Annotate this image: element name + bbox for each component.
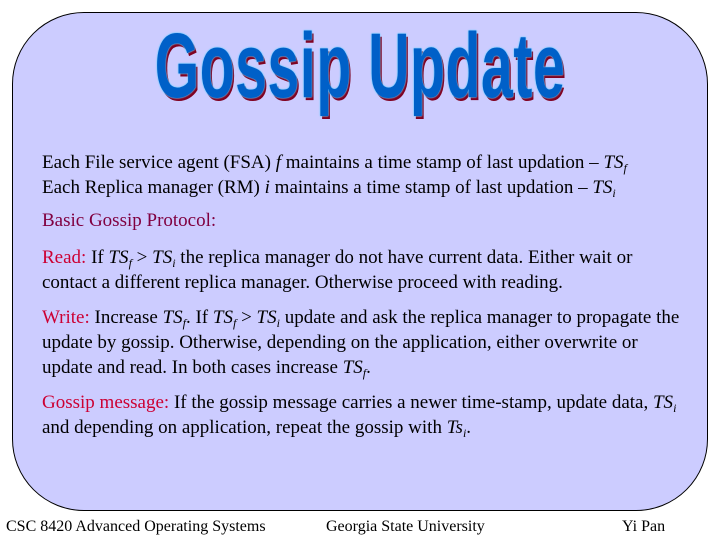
footer-author: Yi Pan xyxy=(622,518,666,535)
read-paragraph: Read: If TSf > TSi the replica manager d… xyxy=(42,247,633,293)
slide-title: Gossip Update xyxy=(154,15,566,117)
intro-line-fsa: Each File service agent (FSA) f maintain… xyxy=(42,152,627,175)
protocol-heading: Basic Gossip Protocol: xyxy=(42,210,217,231)
read-label: Read: xyxy=(42,247,87,268)
ts-f: TSf xyxy=(603,152,627,175)
gossip-label: Gossip message: xyxy=(42,392,170,413)
write-paragraph: Write: Increase TSf. If TSf > TSi update… xyxy=(42,307,680,380)
ts-i: TSi xyxy=(592,177,616,200)
write-label: Write: xyxy=(42,307,90,328)
footer-course: CSC 8420 Advanced Operating Systems xyxy=(6,518,266,535)
intro-line-rm: Each Replica manager (RM) i maintains a … xyxy=(42,177,616,200)
gossip-paragraph: Gossip message: If the gossip message ca… xyxy=(42,392,677,440)
footer-university: Georgia State University xyxy=(326,518,485,535)
intro-block: Each File service agent (FSA) f maintain… xyxy=(42,150,682,200)
